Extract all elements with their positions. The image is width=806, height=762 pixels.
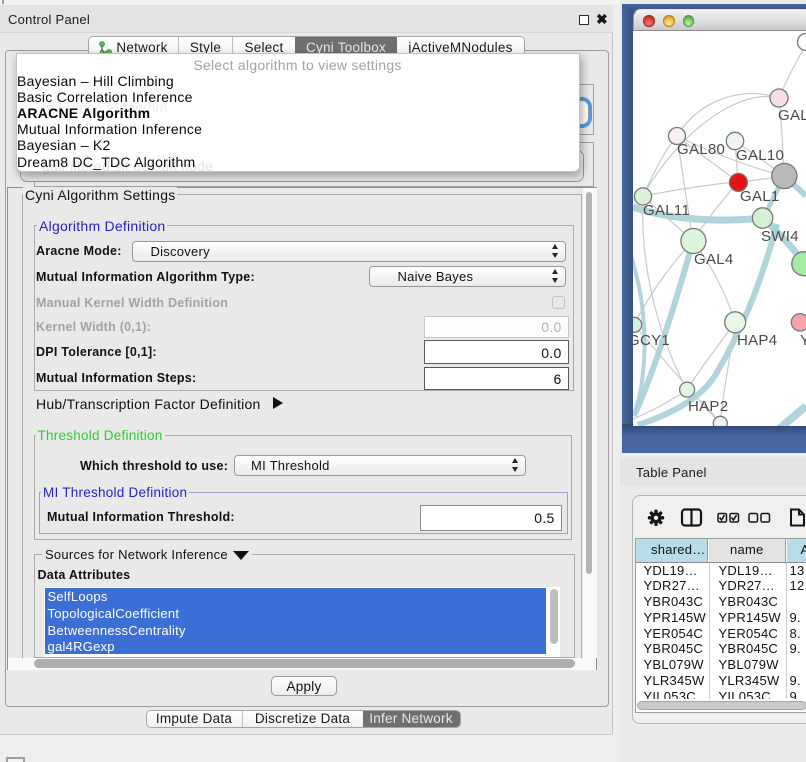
svg-text:GAL11: GAL11 <box>643 202 690 219</box>
svg-text:GCY1: GCY1 <box>633 332 670 349</box>
svg-text:GAL1: GAL1 <box>740 188 780 205</box>
svg-text:GAL80: GAL80 <box>677 141 725 158</box>
svg-text:HAP4: HAP4 <box>737 332 777 349</box>
svg-text:HAP2: HAP2 <box>688 398 728 415</box>
svg-text:Y: Y <box>800 332 806 349</box>
svg-text:GAL4: GAL4 <box>694 251 734 268</box>
svg-text:SWI4: SWI4 <box>761 228 799 245</box>
svg-text:GAL10: GAL10 <box>736 147 784 164</box>
svg-text:GAL7: GAL7 <box>778 107 806 124</box>
